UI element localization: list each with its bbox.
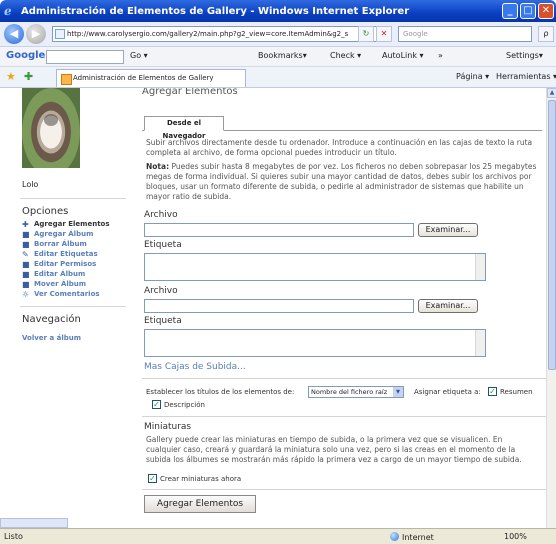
security-zone: Internet [390, 532, 434, 542]
tags-icon: ✎ [22, 250, 29, 259]
title-setting-label: Establecer los títulos de los elementos … [146, 388, 295, 396]
create-thumbnails-checkbox[interactable]: ✓ [148, 474, 157, 483]
add-album-icon: ■ [22, 230, 30, 239]
caption-textarea-1[interactable] [144, 253, 486, 281]
autolink-menu[interactable]: AutoLink ▾ [382, 51, 424, 60]
address-field[interactable]: http://www.carolysergio.com/gallery2/mai… [52, 26, 387, 42]
bookmarks-menu[interactable]: Bookmarks▾ [258, 51, 307, 60]
section-divider [142, 489, 546, 490]
title-source-select[interactable]: Nombre del fichero raíz [308, 386, 404, 398]
edit-album-icon: ■ [22, 270, 30, 279]
browse-button-2[interactable]: Examinar... [418, 299, 478, 313]
more-chevron[interactable]: » [438, 51, 443, 60]
section-divider [142, 416, 546, 417]
page-title: Agregar Elementos [142, 88, 238, 97]
caption-textarea-2[interactable] [144, 329, 486, 357]
create-thumbnails-label: Crear miniaturas ahora [160, 475, 242, 483]
page-icon [55, 29, 65, 39]
permissions-icon: ■ [22, 260, 30, 269]
status-bar: Listo Internet 100% [0, 528, 556, 544]
title-bar: ℯ Administración de Elementos de Gallery… [0, 0, 556, 22]
add-items-icon: ✚ [22, 220, 29, 229]
scroll-thumb[interactable] [548, 100, 556, 370]
summary-checkbox[interactable]: ✓ [488, 387, 497, 396]
description-checkbox[interactable]: ✓ [152, 400, 161, 409]
search-input[interactable]: Google [398, 26, 532, 42]
add-favorite-icon[interactable]: ✚ [24, 70, 33, 83]
comments-icon: ☼ [22, 290, 30, 299]
zoom-level[interactable]: 100% [504, 532, 527, 541]
more-upload-boxes-link[interactable]: Mas Cajas de Subida... [144, 362, 246, 372]
horizontal-scrollbar[interactable] [0, 518, 68, 528]
back-to-album-link[interactable]: Volver a álbum [22, 334, 81, 342]
stop-button[interactable]: ✕ [376, 26, 392, 42]
sidebar-divider [20, 198, 126, 199]
thumbnails-text: Gallery puede crear las miniaturas en ti… [146, 435, 522, 464]
sidebar-item-add-items[interactable]: ✚ Agregar Elementos [22, 220, 110, 229]
sidebar-item-delete-album[interactable]: ■ Borrar Álbum [22, 240, 87, 249]
maximize-button[interactable]: □ [520, 3, 536, 19]
assign-caption-label: Asignar etiqueta a: [414, 388, 481, 396]
page-menu[interactable]: Página ▾ [456, 72, 489, 81]
tools-menu[interactable]: Herramientas ▾ [496, 72, 556, 81]
username: Lolo [22, 180, 39, 189]
note-text: Nota: Puedes subir hasta 8 megabytes de … [146, 162, 537, 201]
sidebar-item-add-album[interactable]: ■ Agregar Álbum [22, 230, 93, 239]
settings-menu[interactable]: Settings▾ [506, 51, 543, 60]
address-url: http://www.carolysergio.com/gallery2/mai… [67, 30, 349, 38]
minimize-button[interactable]: _ [502, 3, 518, 19]
google-logo: Google [6, 50, 46, 61]
sidebar-item-edit-permissions[interactable]: ■ Editar Permisos [22, 260, 96, 269]
internet-globe-icon [390, 532, 399, 541]
browse-button-1[interactable]: Examinar... [418, 223, 478, 237]
sidebar-item-edit-album[interactable]: ■ Editar Álbum [22, 270, 85, 279]
refresh-button[interactable]: ↻ [358, 26, 374, 42]
search-icon[interactable]: ρ [538, 26, 554, 42]
google-search-input[interactable] [46, 50, 124, 64]
main-panel: Agregar Elementos Desde el Navegador Sub… [138, 88, 546, 528]
navigation-bar: ◀ ▶ http://www.carolysergio.com/gallery2… [0, 22, 556, 47]
intro-text: Subir archivos directamente desde tu ord… [146, 138, 533, 157]
status-text: Listo [4, 532, 23, 541]
file-label-2: Archivo [144, 286, 178, 296]
tab-gallery-admin[interactable]: Administración de Elementos de Gallery [56, 69, 246, 87]
user-photo [22, 88, 80, 168]
close-button[interactable]: ✕ [538, 3, 554, 19]
thumbnails-heading: Miniaturas [144, 422, 192, 432]
sidebar-item-move-album[interactable]: ■ Mover Álbum [22, 280, 86, 289]
add-items-submit-button[interactable]: Agregar Elementos [144, 495, 256, 513]
vertical-scrollbar[interactable]: ▲ [546, 88, 556, 528]
google-toolbar: Google Go ▾ Bookmarks▾ Check ▾ AutoLink … [0, 47, 556, 67]
description-label: Descripción [164, 401, 205, 409]
file-label-1: Archivo [144, 210, 178, 220]
file-input-1[interactable] [144, 223, 414, 237]
tab-from-browser[interactable]: Desde el Navegador [144, 116, 224, 140]
check-menu[interactable]: Check ▾ [330, 51, 361, 60]
caption-label-2: Etiqueta [144, 316, 182, 326]
forward-button[interactable]: ▶ [26, 24, 46, 44]
scroll-up-icon[interactable]: ▲ [547, 88, 556, 98]
caption-label-1: Etiqueta [144, 240, 182, 250]
navigation-heading: Navegación [22, 314, 81, 325]
back-button[interactable]: ◀ [4, 24, 24, 44]
favorites-star-icon[interactable]: ★ [6, 70, 16, 83]
sidebar: Lolo Opciones ✚ Agregar Elementos ■ Agrega… [0, 88, 130, 528]
window-title: Administración de Elementos de Gallery -… [21, 5, 410, 17]
page-content: Lolo Opciones ✚ Agregar Elementos ■ Agrega… [0, 88, 546, 528]
sidebar-divider [20, 306, 126, 307]
ie-logo-icon: ℯ [4, 3, 12, 18]
section-divider [142, 378, 546, 379]
sidebar-item-view-comments[interactable]: ☼ Ver Comentarios [22, 290, 100, 299]
tab-bar: ★ ✚ Administración de Elementos de Galle… [0, 67, 556, 88]
sidebar-item-edit-tags[interactable]: ✎ Editar Etiquetas [22, 250, 98, 259]
move-album-icon: ■ [22, 280, 30, 289]
go-button[interactable]: Go ▾ [130, 51, 148, 60]
delete-album-icon: ■ [22, 240, 30, 249]
file-input-2[interactable] [144, 299, 414, 313]
options-heading: Opciones [22, 206, 69, 217]
summary-label: Resumen [500, 388, 533, 396]
